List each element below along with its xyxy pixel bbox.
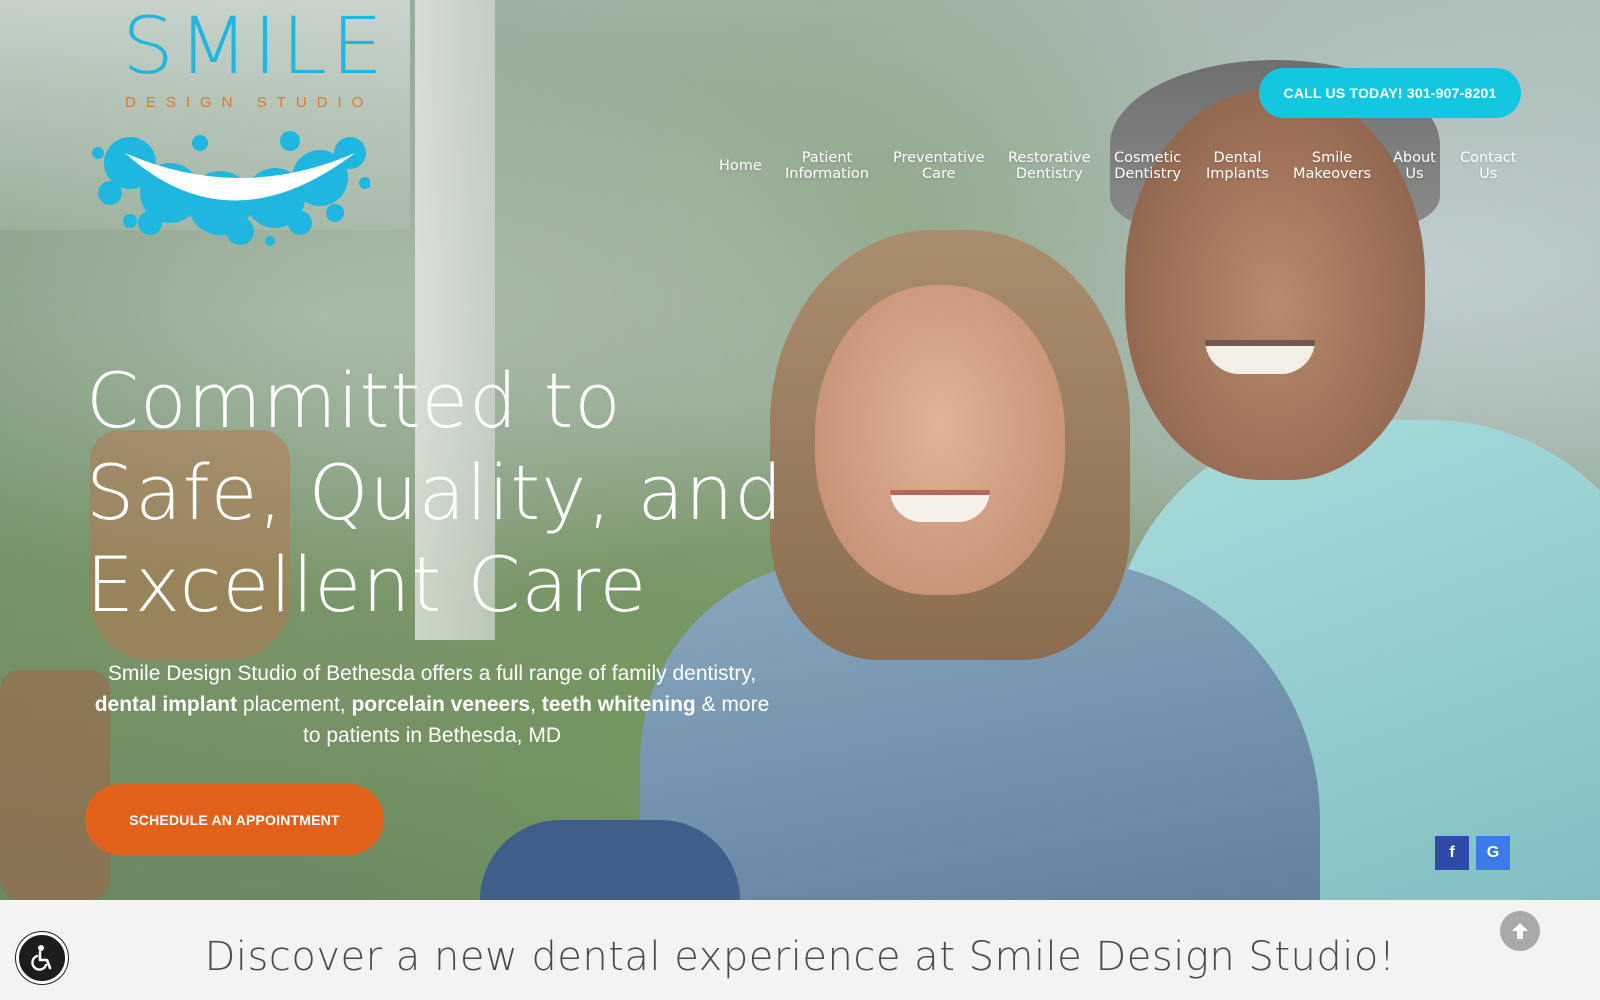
man-smile: [1205, 340, 1315, 374]
logo-smile-splash-icon: [92, 131, 370, 246]
intro-section: Discover a new dental experience at Smil…: [0, 900, 1600, 1000]
accessibility-button[interactable]: [16, 932, 68, 984]
woman-jeans: [480, 820, 740, 900]
nav-item-smile-makeovers[interactable]: Smile Makeovers: [1293, 150, 1371, 182]
nav-item-contact-us[interactable]: Contact Us: [1460, 150, 1516, 182]
man-face: [1125, 90, 1425, 480]
porcelain-veneers-link: porcelain veneers: [351, 693, 531, 716]
description-text: ,: [530, 693, 542, 716]
nav-item-cosmetic-dentistry[interactable]: Cosmetic Dentistry: [1114, 150, 1181, 182]
logo-wordmark: SMILE: [122, 2, 388, 92]
wheelchair-icon: [31, 945, 52, 971]
scroll-to-top-button[interactable]: [1500, 911, 1540, 951]
hero-description: Smile Design Studio of Bethesda offers a…: [92, 658, 772, 751]
logo-subtitle: DESIGN STUDIO: [125, 94, 374, 111]
nav-item-home[interactable]: Home: [719, 158, 762, 174]
nav-item-about-us[interactable]: About Us: [1393, 150, 1436, 182]
facebook-button[interactable]: f: [1435, 836, 1469, 870]
arrow-up-icon: [1512, 923, 1528, 939]
hero-section: SMILE DESIGN STUDIO CALL US TODAY! 301-9…: [0, 0, 1600, 900]
description-text: Smile Design Studio of Bethesda offers a…: [107, 662, 757, 685]
google-icon: G: [1486, 844, 1500, 861]
dental-implant-link: dental implant: [94, 693, 238, 716]
call-us-button[interactable]: CALL US TODAY! 301-907-8201: [1259, 68, 1521, 118]
nav-item-dental-implants[interactable]: Dental Implants: [1206, 150, 1269, 182]
headline-line: Excellent Care: [86, 540, 648, 629]
description-text: placement,: [237, 693, 352, 716]
headline-line: Committed to: [86, 356, 622, 445]
google-button[interactable]: G: [1476, 836, 1510, 870]
hero-headline: Committed to Safe, Quality, and Excellen…: [86, 355, 806, 631]
nav-item-restorative-dentistry[interactable]: Restorative Dentistry: [1008, 150, 1091, 182]
nav-item-patient-information[interactable]: Patient Information: [785, 150, 869, 182]
nav-item-preventative-care[interactable]: Preventative Care: [893, 150, 985, 182]
headline-line: Safe, Quality, and: [86, 448, 784, 537]
teeth-whitening-link: teeth whitening: [541, 693, 696, 716]
section-title: Discover a new dental experience at Smil…: [204, 934, 1396, 980]
woman-face: [815, 285, 1065, 595]
site-logo[interactable]: SMILE DESIGN STUDIO: [70, 2, 390, 246]
facebook-icon: f: [1449, 844, 1455, 861]
schedule-appointment-button[interactable]: SCHEDULE AN APPOINTMENT: [85, 784, 384, 855]
